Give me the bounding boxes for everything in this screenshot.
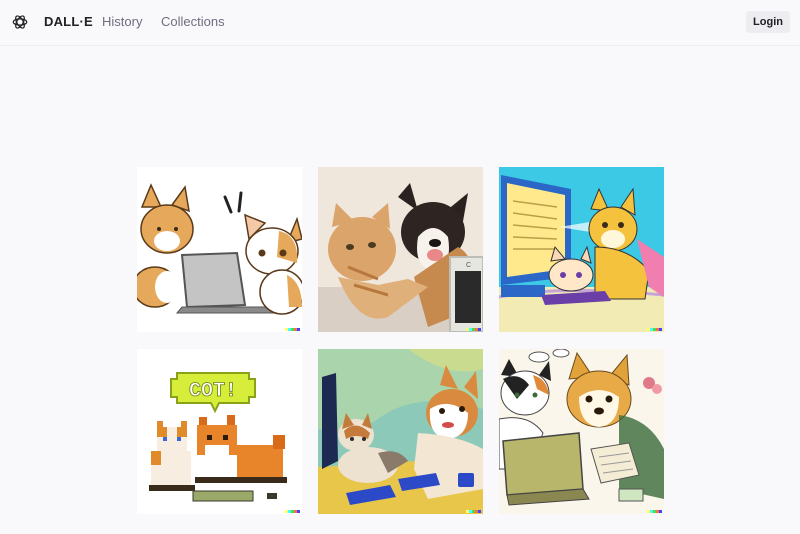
- pixel-art-cat-corgi-image: COT!: [137, 349, 302, 514]
- nav-history-link[interactable]: History: [102, 14, 142, 29]
- photo-cat-corgi-computer-image: C: [318, 167, 483, 332]
- watermark-icon: [647, 328, 662, 331]
- gallery-image-6[interactable]: [499, 349, 664, 514]
- image-gallery: C COT!: [137, 167, 664, 514]
- cartoon-corgi-cat-laptop-image: [137, 167, 302, 332]
- painting-cat-corgi-keyboard-image: [318, 349, 483, 514]
- gallery-image-5[interactable]: [318, 349, 483, 514]
- anime-corgi-cat-monitor-image: [499, 167, 664, 332]
- top-bar: DALL·E History Collections Login: [0, 0, 800, 46]
- watermark-icon: [285, 510, 300, 513]
- watermark-icon: [466, 510, 481, 513]
- gallery-image-3[interactable]: [499, 167, 664, 332]
- openai-logo-icon[interactable]: [11, 13, 29, 31]
- watercolor-corgi-cat-laptop-image: [499, 349, 664, 514]
- gallery-image-1[interactable]: [137, 167, 302, 332]
- svg-text:C: C: [466, 262, 471, 269]
- brand-title[interactable]: DALL·E: [44, 14, 93, 29]
- watermark-icon: [647, 510, 662, 513]
- watermark-icon: [466, 328, 481, 331]
- watermark-icon: [285, 328, 300, 331]
- nav-collections-link[interactable]: Collections: [161, 14, 225, 29]
- speech-bubble-text: COT!: [189, 380, 237, 403]
- login-button[interactable]: Login: [746, 11, 790, 33]
- gallery-image-4[interactable]: COT!: [137, 349, 302, 514]
- gallery-image-2[interactable]: C: [318, 167, 483, 332]
